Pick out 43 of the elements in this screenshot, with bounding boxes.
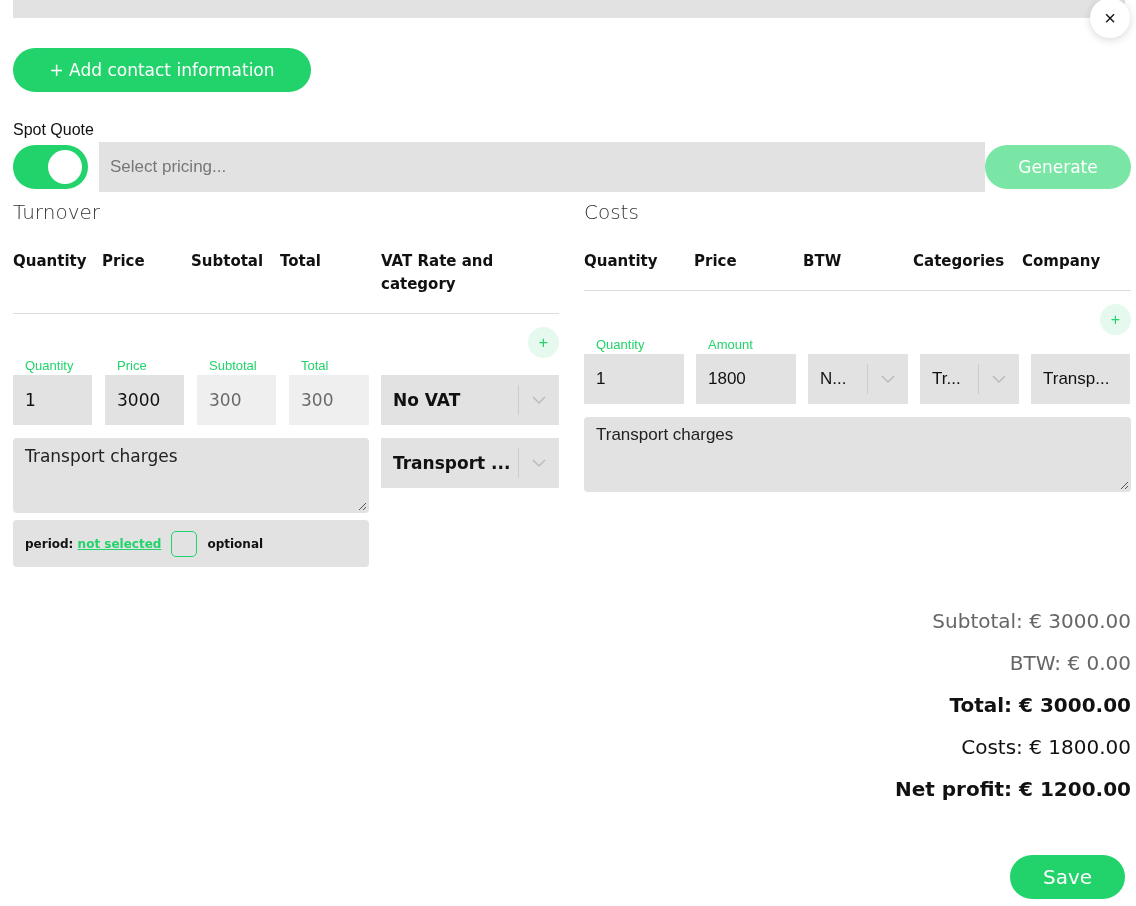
field-label: Quantity bbox=[24, 358, 75, 374]
cost-select[interactable]: Tr... bbox=[920, 354, 1019, 404]
cost-field[interactable]: 1 bbox=[584, 354, 684, 404]
optional-label: optional bbox=[207, 536, 264, 551]
description-field[interactable]: Transport charges bbox=[13, 438, 369, 513]
column-header: Quantity bbox=[13, 251, 88, 272]
pricing-select[interactable]: Select pricing... bbox=[99, 142, 985, 192]
turnover-heading: Turnover bbox=[13, 200, 101, 226]
cost-field[interactable]: Transp... bbox=[1031, 354, 1130, 404]
close-button[interactable]: × bbox=[1090, 0, 1130, 38]
column-header: Price bbox=[102, 251, 146, 272]
column-header: Price bbox=[694, 251, 738, 272]
summary-line: Costs: € 1800.00 bbox=[961, 734, 1131, 761]
column-header: Company bbox=[1022, 251, 1102, 272]
field-label: Total bbox=[300, 358, 330, 374]
spot-quote-toggle[interactable] bbox=[13, 145, 88, 189]
column-header: BTW bbox=[803, 251, 843, 272]
resize-grip-icon bbox=[1120, 481, 1129, 490]
costs-heading: Costs bbox=[584, 200, 640, 226]
summary-line: Total: € 3000.00 bbox=[949, 692, 1131, 719]
column-header: Categories bbox=[913, 251, 1006, 272]
vat-select[interactable]: No VAT bbox=[381, 375, 559, 425]
number-field[interactable]: 3000 bbox=[105, 375, 184, 425]
column-header: Total bbox=[280, 251, 322, 272]
category-select[interactable]: Transport ... bbox=[381, 438, 559, 488]
field-label: Quantity bbox=[595, 337, 646, 353]
field-label: Subtotal bbox=[208, 358, 258, 374]
number-field[interactable]: 1 bbox=[13, 375, 92, 425]
summary-line: Subtotal: € 3000.00 bbox=[932, 608, 1131, 635]
spot-quote-label: Spot Quote bbox=[13, 121, 95, 139]
description-field[interactable]: Transport charges bbox=[584, 417, 1131, 492]
field-label: Amount bbox=[707, 337, 754, 353]
optional-checkbox[interactable] bbox=[171, 530, 198, 557]
column-header: VAT Rate and category bbox=[381, 251, 495, 295]
cost-field[interactable]: 1800 bbox=[696, 354, 796, 404]
summary-line: Net profit: € 1200.00 bbox=[894, 776, 1131, 803]
period-text: period: not selected bbox=[25, 536, 162, 551]
cost-select[interactable]: N... bbox=[808, 354, 908, 404]
summary-line: BTW: € 0.00 bbox=[1009, 650, 1131, 677]
resize-grip-icon bbox=[358, 502, 367, 511]
column-header: Subtotal bbox=[191, 251, 265, 272]
field-label: Price bbox=[116, 358, 148, 374]
column-header: Quantity bbox=[584, 251, 659, 272]
